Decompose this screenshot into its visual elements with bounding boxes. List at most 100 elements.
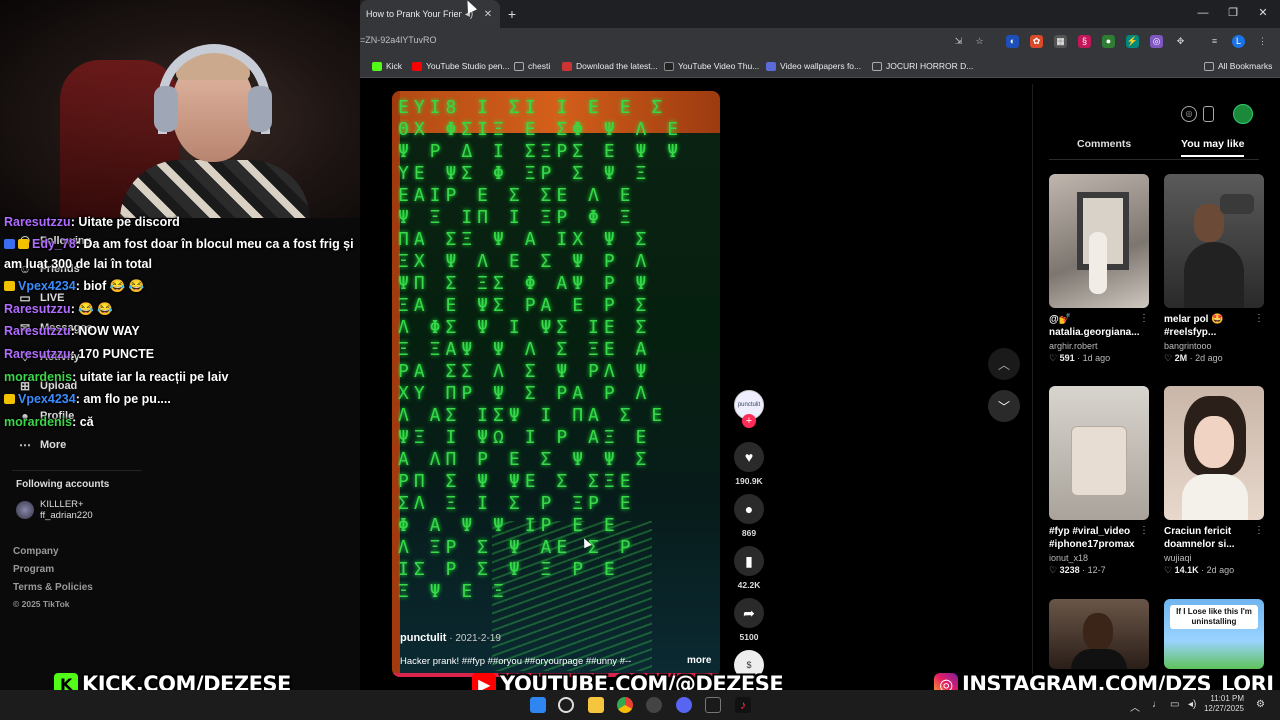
microphone-icon[interactable]: ♩ [1152,699,1162,710]
video-card-title: melar pol 🤩 #reelsfyp... [1164,314,1224,338]
following-accounts-heading: Following accounts [16,479,110,490]
video-card-meta: ♡ 591 · 1d ago [1049,353,1111,363]
extension-icon[interactable]: ▦ [1054,35,1067,48]
chrome-icon[interactable] [617,697,633,713]
settings-gear-icon[interactable]: ⚙ [1256,699,1265,710]
restore-icon[interactable]: ❐ [1218,4,1248,22]
profile-avatar-icon[interactable]: L [1232,35,1245,48]
bookmark-jocuri-horror[interactable]: JOCURI HORROR D... [872,61,973,71]
more-options-icon[interactable]: ⋮ [1139,313,1149,324]
video-author[interactable]: punctulit · 2021-2-19 [400,632,501,644]
terminal-icon[interactable] [705,697,721,713]
all-bookmarks[interactable]: All Bookmarks [1204,61,1272,71]
minimize-icon[interactable]: — [1188,4,1218,22]
bookmark-icon: ▮ [734,546,764,576]
heart-icon: ♥ [734,442,764,472]
extensions-puzzle-icon[interactable]: ✥ [1174,35,1187,48]
video-card-title: #fyp #viral_video #iphone17promax [1049,526,1135,550]
device-icon[interactable] [1203,106,1214,122]
video-card[interactable] [1049,599,1149,669]
tab-active[interactable]: How to Prank Your Friends ◂) ✕ [360,0,500,28]
close-window-icon[interactable]: ✕ [1248,4,1278,22]
footer-link-program[interactable]: Program [13,564,54,575]
bookmark-label: All Bookmarks [1218,61,1273,71]
file-explorer-icon[interactable] [588,697,604,713]
tab-you-may-like[interactable]: You may like [1181,138,1245,157]
footer-link-company[interactable]: Company [13,546,59,557]
video-card[interactable]: melar pol 🤩 #reelsfyp... ⋮ bangrintooo ♡… [1164,174,1264,364]
more-options-icon[interactable]: ⋮ [1254,313,1264,324]
video-thumbnail: If I Lose like this I'm uninstalling [1164,599,1264,669]
more-options-icon[interactable]: ⋮ [1254,525,1264,536]
extension-icon[interactable]: ✿ [1030,35,1043,48]
account-name: KILLLER+ [40,499,84,510]
profile-avatar-icon[interactable] [1233,104,1253,124]
bookmark-youtube-thumb[interactable]: YouTube Video Thu... [664,61,759,71]
follow-plus-icon[interactable]: + [742,414,756,428]
headset-cup-left [154,86,178,132]
video-card[interactable]: #fyp #viral_video #iphone17promax ⋮ ionu… [1049,386,1149,576]
address-bar[interactable]: =ZN-92a4lYTuvRO [360,35,436,45]
folder-icon [514,61,524,71]
menu-kebab-icon[interactable]: ⋮ [1256,35,1269,48]
app-icon[interactable] [646,697,662,713]
tray-chevron-icon[interactable]: ︿ [1130,699,1140,714]
video-thumbnail [1049,599,1149,669]
clock-time: 11:01 PM [1210,694,1244,703]
bookmark-kick[interactable]: Kick [372,61,402,71]
following-account-item[interactable]: KILLLER+ ff_adrian220 [16,499,93,521]
new-tab-icon[interactable]: + [504,6,520,22]
chat-username: morardenis [4,415,73,429]
clock[interactable]: 11:01 PM 12/27/2025 [1204,694,1244,714]
next-video-button[interactable]: ﹀ [988,390,1020,422]
sidebar-item-more[interactable]: ⋯ More [18,438,66,452]
footer-link-terms[interactable]: Terms & Policies [13,582,93,593]
bookmark-video-wallpapers[interactable]: Video wallpapers fo... [766,61,861,71]
video-card[interactable]: Craciun fericit doamnelor si... ⋮ wujiaq… [1164,386,1264,576]
volume-icon[interactable]: ◂) [1188,699,1196,710]
compass-icon[interactable]: ◎ [1181,106,1197,122]
account-handle: ff_adrian220 [40,510,93,521]
comment-button[interactable]: ● 869 [732,494,766,538]
chat-text: : Uitate pe discord [70,215,180,229]
bookmark-star-icon[interactable]: ☆ [973,35,986,48]
video-card[interactable]: @💅 natalia.georgiana... ⋮ arghir.robert … [1049,174,1149,364]
video-age: 2d ago [1195,353,1223,363]
install-icon[interactable]: ⇲ [952,35,965,48]
reading-list-icon[interactable]: ≡ [1208,35,1221,48]
close-tab-icon[interactable]: ✕ [481,7,495,21]
more-options-icon[interactable]: ⋮ [1139,525,1149,536]
creator-avatar[interactable]: punctulit + [732,390,766,428]
crown-badge-icon [4,281,15,291]
video-player[interactable]: ΕΥΙ8 Ι ΣΙ Ι Ε Ε Σ ΘΧ ΦΣΙΞ Ε ΣΦ Ψ Λ ΕΨ Ρ Δ… [392,91,720,677]
discord-icon[interactable] [676,697,692,713]
save-button[interactable]: ▮ 42.2K [732,546,766,590]
bookmark-download[interactable]: Download the latest... [562,61,658,71]
extension-icon[interactable]: § [1078,35,1091,48]
bookmark-chesti[interactable]: chesti [514,61,550,71]
headset-cup-right [248,86,272,132]
like-button[interactable]: ♥ 190.9K [732,442,766,486]
video-card[interactable]: If I Lose like this I'm uninstalling [1164,599,1264,669]
extension-icon[interactable]: ⚡ [1126,35,1139,48]
folder-icon [872,61,882,71]
share-button[interactable]: ➦ 5100 [732,598,766,642]
bookmark-youtube-studio[interactable]: YouTube Studio pen... [412,61,510,71]
extension-icon[interactable]: ● [1102,35,1115,48]
extension-icon[interactable]: ◐ [1006,35,1019,48]
extension-icon[interactable]: ◎ [1150,35,1163,48]
network-icon[interactable]: ▭ [1170,699,1179,710]
start-icon[interactable] [530,697,546,713]
previous-video-button[interactable]: ︿ [988,348,1020,380]
video-card-meta: ♡ 14.1K · 2d ago [1164,565,1235,575]
chat-username: Raresutzzu [4,347,71,361]
caption-more-button[interactable]: more [687,655,711,666]
tab-title: How to Prank Your Friends [366,9,462,19]
tab-comments[interactable]: Comments [1077,138,1131,150]
tiktok-icon[interactable]: ♪ [735,697,751,713]
video-caption: Hacker prank! ##fyp ##oryou ##oryourpage… [400,656,632,667]
youtube-icon [412,61,422,71]
search-icon[interactable] [558,697,574,713]
chat-text: : că [72,415,94,429]
panel-tabs: Comments You may like [1049,138,1259,160]
